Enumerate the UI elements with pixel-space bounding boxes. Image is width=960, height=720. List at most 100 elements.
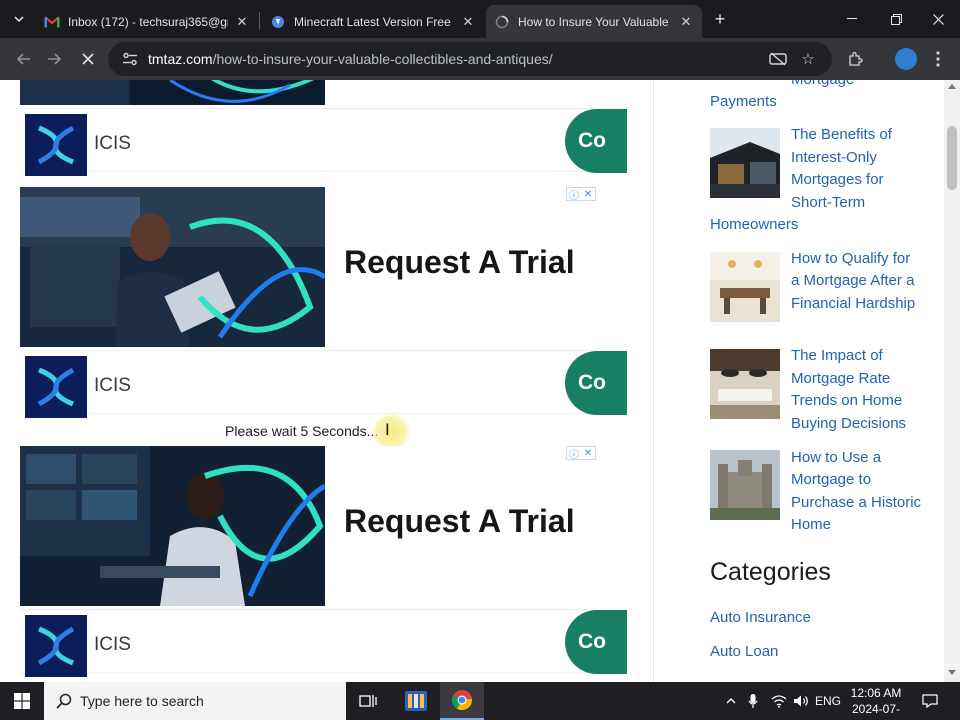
loading-icon	[494, 14, 510, 30]
post-title-line[interactable]: Mortgages for	[791, 169, 884, 192]
post-title-line[interactable]: a Mortgage After a	[791, 270, 914, 293]
post-thumbnail[interactable]	[710, 450, 780, 520]
restore-button[interactable]	[874, 0, 918, 38]
close-icon[interactable]: ✕	[581, 188, 595, 200]
ad-banner-body[interactable]: Request A Trial ⓘ ✕	[20, 446, 596, 608]
close-icon[interactable]: ✕	[678, 14, 694, 30]
clock-time: 12:06 AM	[850, 686, 902, 700]
close-icon[interactable]: ✕	[460, 14, 476, 30]
ad-banner-header[interactable]: ICIS Co	[20, 609, 627, 677]
clock[interactable]: 12:06 AM 2024-07-28	[846, 685, 906, 720]
chrome-icon	[451, 690, 473, 711]
plus-icon: +	[714, 8, 726, 29]
taskbar-search[interactable]: Type here to search	[44, 682, 346, 720]
category-link[interactable]: Auto Insurance	[710, 609, 811, 626]
tab-how-to-insure[interactable]: How to Insure Your Valuable Co ✕	[486, 5, 702, 38]
post-title-line[interactable]: Home	[791, 514, 831, 537]
clock-date: 2024-07-28	[851, 702, 901, 720]
chevron-down-icon	[14, 16, 24, 22]
extensions-icon[interactable]	[843, 47, 867, 71]
post-title-line[interactable]: The Impact of	[791, 345, 883, 368]
ad-banner-header[interactable]: ICIS Co	[20, 350, 627, 418]
cta-button[interactable]: Co	[565, 610, 627, 674]
volume-icon[interactable]	[790, 682, 812, 720]
sidebar-post-title[interactable]: Payments	[710, 91, 777, 114]
ad-headline: Request A Trial	[344, 503, 575, 539]
tab-search-button[interactable]	[8, 8, 30, 30]
post-title-line[interactable]: Purchase a Historic	[791, 492, 921, 515]
taskbar-app-chrome[interactable]	[440, 682, 484, 720]
microphone-icon[interactable]	[744, 682, 762, 720]
post-title-line[interactable]: Short-Term	[791, 192, 865, 215]
eye-off-icon[interactable]	[766, 47, 790, 71]
tab-minecraft[interactable]: Minecraft Latest Version Free D ✕	[262, 5, 484, 38]
icis-logo	[25, 114, 87, 176]
minimize-button[interactable]	[830, 0, 874, 38]
post-title-line[interactable]: Mortgage to	[791, 469, 871, 492]
ad-choices[interactable]: ⓘ ✕	[566, 446, 596, 461]
more-options-icon[interactable]	[926, 47, 950, 71]
post-title-line[interactable]: How to Use a	[791, 447, 881, 470]
sidebar-post-title[interactable]: Mortgage	[791, 80, 854, 92]
search-icon	[56, 693, 72, 709]
back-button[interactable]	[12, 47, 36, 71]
close-icon[interactable]: ✕	[581, 447, 595, 459]
ad-banner-header[interactable]: ICIS Co	[20, 108, 627, 176]
browser-toolbar: tmtaz.com/how-to-insure-your-valuable-co…	[0, 38, 960, 80]
category-link[interactable]: Auto Loan	[710, 643, 778, 660]
taskbar-app-editor[interactable]	[394, 682, 438, 720]
task-view-icon	[359, 695, 377, 707]
new-tab-button[interactable]: +	[708, 8, 732, 30]
close-icon[interactable]: ✕	[234, 14, 250, 30]
restore-icon	[890, 13, 902, 25]
icis-logo	[25, 356, 87, 418]
ad-image-remnant	[20, 80, 325, 105]
info-icon[interactable]: ⓘ	[567, 447, 581, 461]
close-window-button[interactable]	[916, 0, 960, 38]
post-title-line[interactable]: How to Qualify for	[791, 248, 910, 271]
network-icon[interactable]	[768, 682, 790, 720]
post-thumbnail[interactable]	[710, 349, 780, 419]
search-placeholder: Type here to search	[80, 693, 204, 709]
cta-button[interactable]: Co	[565, 109, 627, 173]
url-host: tmtaz.com	[148, 51, 213, 67]
forward-button[interactable]	[42, 47, 66, 71]
task-view-button[interactable]	[346, 682, 390, 720]
categories-heading: Categories	[710, 558, 831, 586]
ad-choices[interactable]: ⓘ ✕	[566, 187, 596, 202]
star-icon[interactable]: ☆	[796, 47, 820, 71]
profile-avatar[interactable]	[895, 48, 917, 70]
post-title-line[interactable]: Financial Hardship	[791, 293, 915, 316]
post-title-line[interactable]: Trends on Home	[791, 390, 902, 413]
stop-loading-button[interactable]	[76, 47, 100, 71]
show-hidden-icons[interactable]	[722, 682, 740, 720]
tab-title: Minecraft Latest Version Free D	[294, 14, 454, 29]
cta-button[interactable]: Co	[565, 351, 627, 415]
site-icon	[270, 14, 286, 30]
notification-button[interactable]	[914, 682, 946, 720]
post-thumbnail[interactable]	[710, 252, 780, 322]
scroll-up-arrow-icon[interactable]	[948, 84, 956, 89]
post-title-line[interactable]: Mortgage Rate	[791, 368, 890, 391]
post-title-line[interactable]: The Benefits of	[791, 124, 892, 147]
ad-banner-body[interactable]: Request A Trial ⓘ ✕	[20, 187, 596, 349]
ad-photo	[20, 446, 325, 606]
page-viewport: ICIS Co Request A Trial ⓘ ✕ ICIS Co Plea…	[0, 80, 960, 682]
tab-strip: Inbox (172) - techsuraj365@gm ✕ Minecraf…	[0, 0, 960, 38]
scrollbar-thumb[interactable]	[947, 126, 957, 190]
info-icon[interactable]: ⓘ	[567, 188, 581, 202]
site-info-icon[interactable]	[116, 45, 144, 73]
scroll-down-arrow-icon[interactable]	[948, 670, 956, 675]
url-text: tmtaz.com/how-to-insure-your-valuable-co…	[148, 51, 553, 67]
post-title-line[interactable]: Homeowners	[710, 214, 798, 237]
language-indicator[interactable]: ENG	[812, 682, 844, 720]
start-button[interactable]	[0, 682, 44, 720]
address-bar[interactable]: tmtaz.com/how-to-insure-your-valuable-co…	[108, 42, 832, 76]
minimize-icon	[847, 18, 857, 19]
post-title-line[interactable]: Buying Decisions	[791, 413, 906, 436]
post-thumbnail[interactable]	[710, 128, 780, 198]
close-icon	[82, 53, 94, 65]
post-title-line[interactable]: Interest-Only	[791, 147, 877, 170]
tab-gmail[interactable]: Inbox (172) - techsuraj365@gm ✕	[36, 5, 258, 38]
icis-logo	[25, 615, 87, 677]
